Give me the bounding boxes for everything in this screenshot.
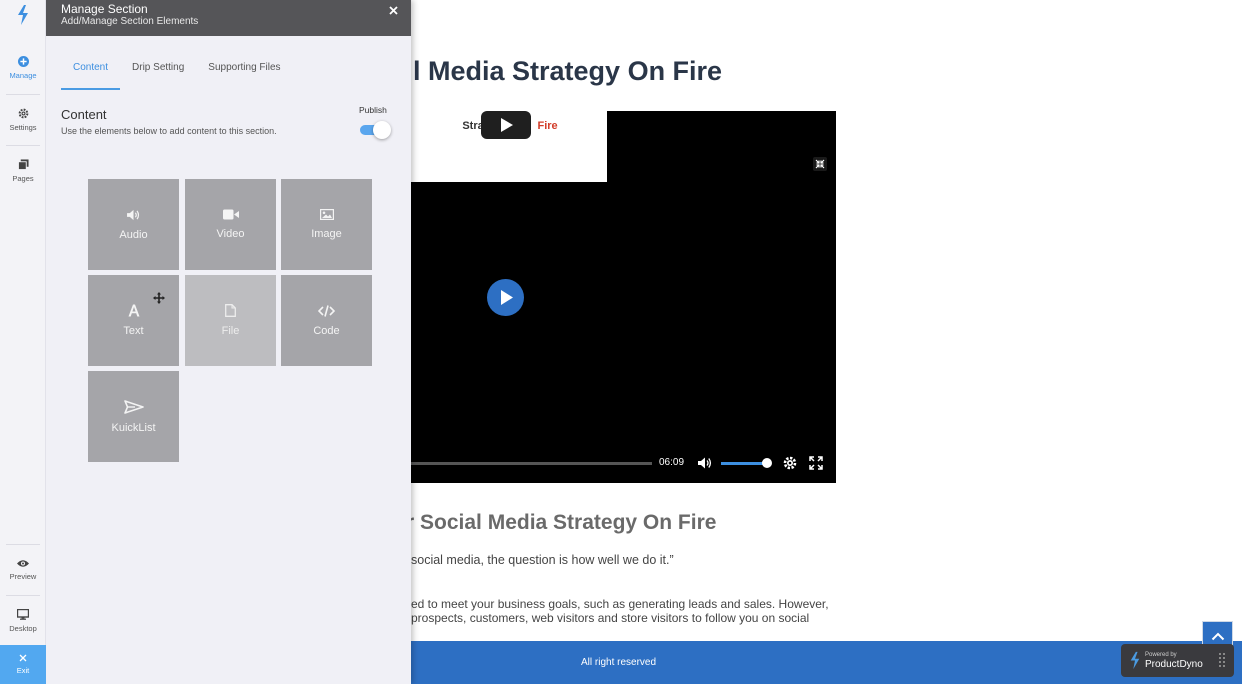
bolt-logo-icon [18,5,28,25]
rail-divider [6,94,40,95]
volume-slider[interactable] [721,462,767,465]
panel-tabs: Content Drip Setting Supporting Files [61,52,293,90]
bolt-logo-icon [1130,651,1140,670]
rail-item-label: Pages [12,174,34,183]
paragraph-line: prospects, customers, web visitors and s… [411,611,810,625]
play-icon [501,118,513,132]
element-tile-label: Code [313,324,340,337]
rail-divider [6,595,40,596]
element-tile-code[interactable]: Code [281,275,372,366]
eye-icon [17,560,29,567]
page-subheading: r Social Media Strategy On Fire [406,511,717,534]
rail-item-manage[interactable]: Manage [0,44,46,92]
video-progress-bar[interactable] [411,462,652,465]
volume-slider-handle[interactable] [762,458,772,468]
video-camera-icon [222,209,239,220]
app-window: Manage Settings Pages Preview Desktop Ex… [0,0,1242,684]
rail-item-label: Preview [9,572,37,581]
youtube-play-button[interactable] [481,111,531,139]
powered-by-brand: ProductDyno [1145,659,1203,670]
gear-icon [18,108,28,119]
code-icon [318,304,335,317]
rail-divider [6,544,40,545]
page-heading: l Media Strategy On Fire [413,56,723,86]
element-tile-label: File [221,325,240,337]
settings-gear-icon[interactable] [783,456,797,470]
panel-subtitle: Add/Manage Section Elements [61,16,199,27]
tab-drip-setting[interactable]: Drip Setting [120,52,196,90]
page-paragraph: ed to meet your business goals, such as … [411,597,836,625]
rail-item-label: Settings [9,123,37,132]
publish-toggle-knob [373,121,391,139]
volume-icon [127,209,140,220]
publish-label: Publish [359,105,387,115]
volume-icon[interactable] [697,456,713,470]
element-tile-file[interactable]: File [185,275,276,366]
publish-toggle[interactable] [359,121,391,139]
thumbnail-caption-red: Fire [537,120,558,132]
page-footer: All right reserved [411,641,1242,684]
element-tile-label: Text [123,325,144,337]
video-player[interactable]: ▔▔▔▔ ▔▔ ▔▔▔▔▔▔▔ Strat Fire 06:09 [411,111,836,483]
element-tile-label: Audio [119,228,148,241]
rail-item-settings[interactable]: Settings [0,96,46,144]
content-section-title: Content [61,107,107,122]
send-icon [123,399,144,414]
powered-by-label: Powered by [1145,652,1177,658]
rail-item-pages[interactable]: Pages [0,147,46,195]
move-cursor-icon [153,292,165,304]
play-icon [501,290,513,305]
rail-item-desktop[interactable]: Desktop [0,597,46,645]
rail-item-label: Desktop [9,624,37,633]
panel-title: Manage Section [61,2,148,16]
fullscreen-icon[interactable] [809,456,823,470]
monitor-icon [17,609,29,620]
element-tile-kuicklist[interactable]: KuickList [88,371,179,462]
element-tile-video[interactable]: Video [185,179,276,270]
plus-circle-icon [17,56,29,67]
rail-item-label: Manage [9,71,37,80]
panel-close-button[interactable] [389,2,398,20]
element-tile-image[interactable]: Image [281,179,372,270]
footer-text: All right reserved [581,657,657,668]
panel-header: Manage Section Add/Manage Section Elemen… [46,0,411,36]
video-time: 06:09 [659,457,685,468]
element-tile-label: Image [311,228,342,240]
image-icon [319,209,334,220]
element-tile-text[interactable]: Text [88,275,179,366]
element-tile-label: Video [216,228,245,240]
rail-item-exit[interactable]: Exit [0,645,46,684]
content-section-description: Use the elements below to add content to… [61,126,277,136]
element-tile-label: KuickList [111,421,156,434]
app-logo[interactable] [0,0,46,30]
center-play-button[interactable] [487,279,524,316]
file-icon [225,304,236,317]
rail-item-preview[interactable]: Preview [0,546,46,594]
powered-by-badge[interactable]: Powered by ProductDyno [1121,644,1234,677]
manage-section-panel: Manage Section Add/Manage Section Elemen… [46,0,411,684]
rail-divider [6,145,40,146]
tab-supporting-files[interactable]: Supporting Files [196,52,292,90]
pages-icon [17,159,29,170]
paragraph-line: ed to meet your business goals, such as … [411,597,829,611]
grip-icon [1219,653,1225,667]
element-tile-audio[interactable]: Audio [88,179,179,270]
left-icon-rail: Manage Settings Pages Preview Desktop Ex… [0,0,46,684]
chevron-up-icon [1211,632,1224,641]
tab-content[interactable]: Content [61,52,121,90]
text-a-icon [128,304,139,317]
fullscreen-exit-icon[interactable] [813,157,827,171]
video-controls: 06:09 [411,451,836,477]
rail-item-label: Exit [16,666,30,675]
close-icon [19,654,27,662]
page-quote: social media, the question is how well w… [411,553,674,567]
close-icon [389,6,398,15]
